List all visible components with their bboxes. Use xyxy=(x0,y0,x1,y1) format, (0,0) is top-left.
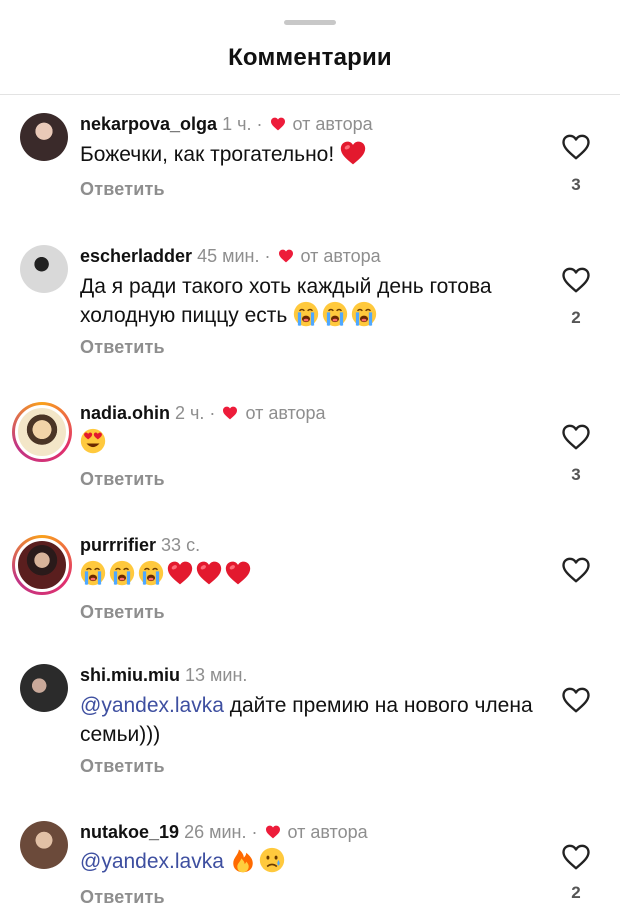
separator-dot: · xyxy=(251,822,258,842)
comment-meta: nutakoe_19 26 мин. · от автора xyxy=(80,821,368,843)
comment-body: Да я ради такого хоть каждый день готова… xyxy=(80,275,492,327)
loudly-crying-emoji-icon xyxy=(80,560,106,586)
loudly-crying-emoji-icon xyxy=(322,301,348,327)
comment-meta: shi.miu.miu 13 мин. xyxy=(80,664,247,686)
comment-body: Божечки, как трогательно! xyxy=(80,143,335,166)
reply-button[interactable]: Ответить xyxy=(80,887,165,908)
loudly-crying-emoji-icon xyxy=(138,560,164,586)
comment-text xyxy=(80,560,550,589)
like-count: 3 xyxy=(571,175,581,194)
author-like-heart-icon xyxy=(270,117,286,131)
like-heart-icon[interactable] xyxy=(561,133,591,161)
like-heart-icon[interactable] xyxy=(561,686,591,714)
heart-eyes-emoji-icon xyxy=(80,428,106,454)
comment-time: 13 мин. xyxy=(185,665,248,685)
loudly-crying-emoji-icon xyxy=(109,560,135,586)
avatar xyxy=(15,405,69,459)
avatar-story-ring[interactable] xyxy=(12,535,72,595)
fire-emoji-icon xyxy=(230,847,256,873)
comment-meta: nekarpova_olga 1 ч. · от автора xyxy=(80,113,373,135)
comments-sheet: Комментарии nekarpova_olga 1 ч. · от авт… xyxy=(0,0,620,920)
author-liked-label: от автора xyxy=(245,403,326,423)
crying-emoji-icon xyxy=(259,847,285,873)
page-title: Комментарии xyxy=(228,44,392,71)
red-heart-emoji-icon xyxy=(340,140,366,166)
username[interactable]: purrrifier xyxy=(80,535,156,555)
author-liked-label: от автора xyxy=(292,114,373,134)
username[interactable]: shi.miu.miu xyxy=(80,665,180,685)
username[interactable]: nutakoe_19 xyxy=(80,822,179,842)
separator-dot: · xyxy=(264,246,271,266)
comment-time: 45 мин. xyxy=(197,246,260,266)
drag-handle[interactable] xyxy=(284,20,336,25)
reply-button[interactable]: Ответить xyxy=(80,179,165,200)
comment-meta: nadia.ohin 2 ч. · от автора xyxy=(80,402,326,424)
author-liked-label: от автора xyxy=(300,246,381,266)
username[interactable]: nekarpova_olga xyxy=(80,114,217,134)
reply-button[interactable]: Ответить xyxy=(80,469,165,490)
comment-text: @yandex.lavka xyxy=(80,847,550,876)
avatar[interactable] xyxy=(20,821,68,869)
like-heart-icon[interactable] xyxy=(561,556,591,584)
avatar xyxy=(15,538,69,592)
mention-link[interactable]: @yandex.lavka xyxy=(80,850,224,873)
red-heart-emoji-icon xyxy=(196,560,222,586)
like-count: 2 xyxy=(571,308,581,327)
like-heart-icon[interactable] xyxy=(561,843,591,871)
username[interactable]: nadia.ohin xyxy=(80,403,170,423)
author-like-heart-icon xyxy=(278,249,294,263)
comment-time: 33 с. xyxy=(161,535,201,555)
comment-time: 2 ч. xyxy=(175,403,205,423)
separator-dot: · xyxy=(256,114,263,134)
red-heart-emoji-icon xyxy=(225,560,251,586)
comment-text: Божечки, как трогательно! xyxy=(80,140,550,169)
loudly-crying-emoji-icon xyxy=(293,301,319,327)
separator-dot: · xyxy=(209,403,216,423)
avatar[interactable] xyxy=(20,664,68,712)
comment-time: 1 ч. xyxy=(222,114,252,134)
reply-button[interactable]: Ответить xyxy=(80,756,165,777)
header-divider xyxy=(0,94,620,95)
author-like-heart-icon xyxy=(265,825,281,839)
comment-text: @yandex.lavka дайте премию на нового чле… xyxy=(80,691,550,749)
like-count: 3 xyxy=(571,465,581,484)
avatar-story-ring[interactable] xyxy=(12,402,72,462)
comment-meta: escherladder 45 мин. · от автора xyxy=(80,245,381,267)
reply-button[interactable]: Ответить xyxy=(80,602,165,623)
mention-link[interactable]: @yandex.lavka xyxy=(80,694,224,717)
comment-time: 26 мин. xyxy=(184,822,247,842)
username[interactable]: escherladder xyxy=(80,246,192,266)
avatar[interactable] xyxy=(20,245,68,293)
avatar[interactable] xyxy=(20,113,68,161)
author-like-heart-icon xyxy=(222,406,238,420)
red-heart-emoji-icon xyxy=(167,560,193,586)
reply-button[interactable]: Ответить xyxy=(80,337,165,358)
comment-meta: purrrifier 33 с. xyxy=(80,534,200,556)
comment-text xyxy=(80,428,550,457)
like-count: 2 xyxy=(571,883,581,902)
like-heart-icon[interactable] xyxy=(561,423,591,451)
like-heart-icon[interactable] xyxy=(561,266,591,294)
loudly-crying-emoji-icon xyxy=(351,301,377,327)
author-liked-label: от автора xyxy=(287,822,368,842)
comment-text: Да я ради такого хоть каждый день готова… xyxy=(80,272,550,330)
